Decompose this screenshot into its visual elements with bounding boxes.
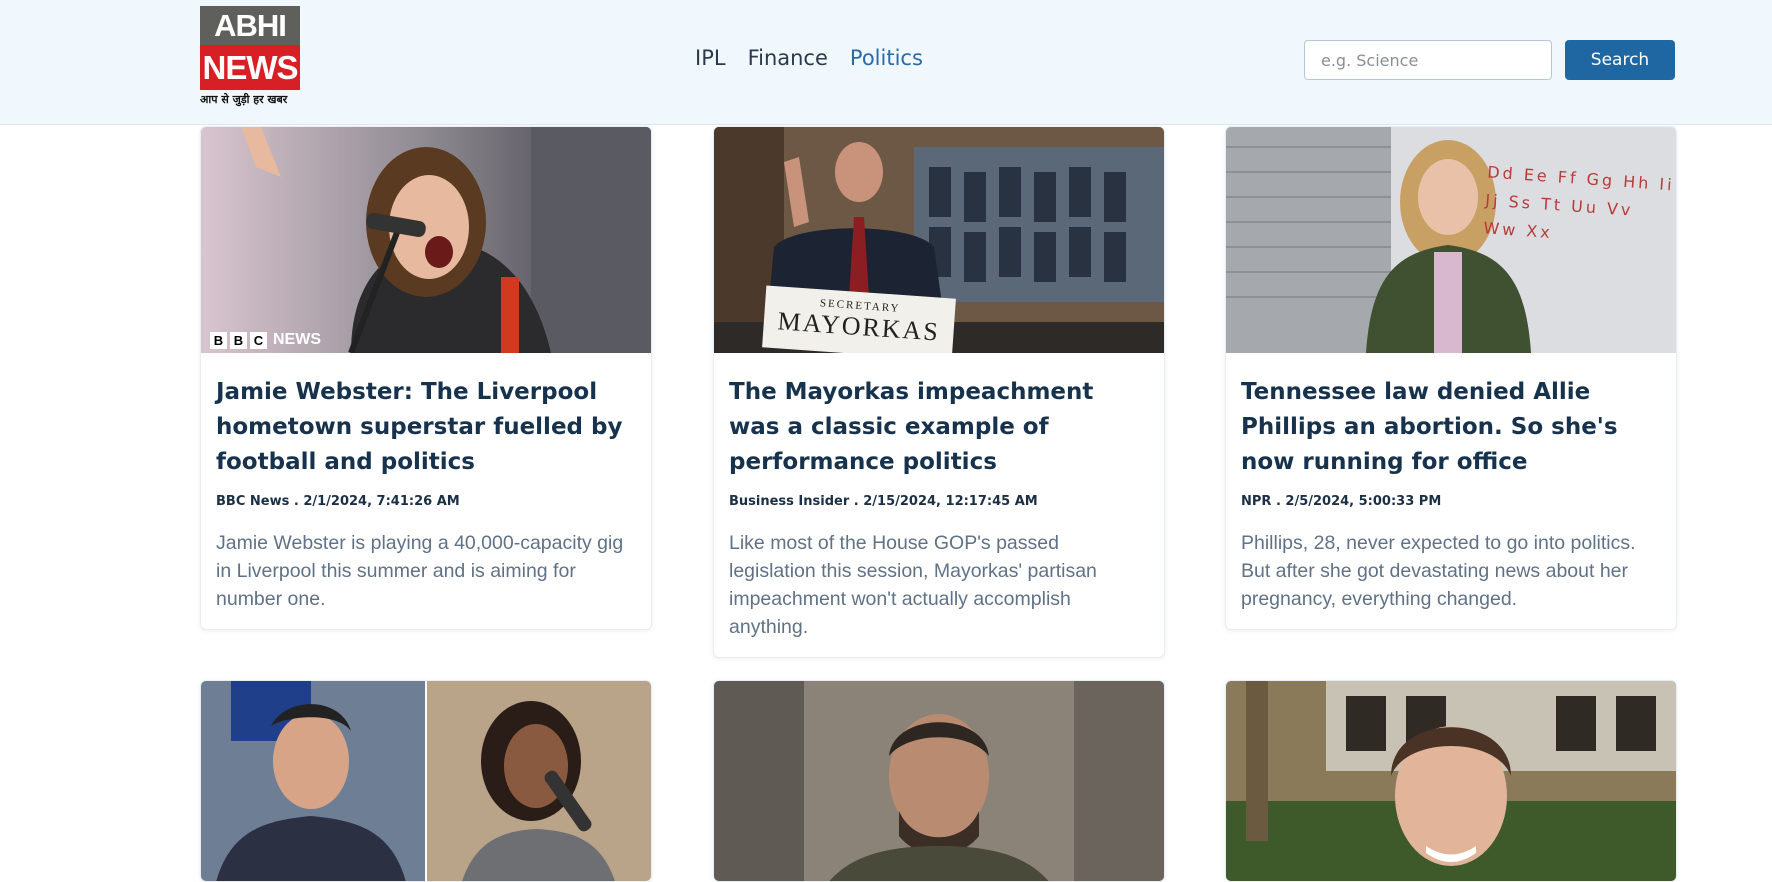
nav-link-ipl[interactable]: IPL xyxy=(695,46,726,70)
bbc-letter-c: C xyxy=(250,331,267,349)
article-card[interactable]: Dd Ee Ff Gg Hh Ii Jj Ss Tt Uu Vv Ww Xx T… xyxy=(1225,126,1677,630)
search-input[interactable] xyxy=(1304,40,1552,80)
article-image-phillips[interactable]: Dd Ee Ff Gg Hh Ii Jj Ss Tt Uu Vv Ww Xx xyxy=(1226,127,1676,353)
search-button[interactable]: Search xyxy=(1565,40,1675,80)
article-meta: BBC News . 2/1/2024, 7:41:26 AM xyxy=(216,494,460,509)
article-image-young-man[interactable] xyxy=(1226,681,1676,881)
zelensky-photo xyxy=(714,681,1164,881)
article-card[interactable] xyxy=(713,680,1165,882)
article-image-webster[interactable]: B B C NEWS xyxy=(201,127,651,353)
candidate-photo xyxy=(1226,127,1676,353)
candidates-photo xyxy=(201,681,651,881)
logo-line2: NEWS xyxy=(200,45,300,90)
bbc-news-badge: B B C NEWS xyxy=(210,331,321,349)
bbc-news-word: NEWS xyxy=(273,331,321,348)
abhi-news-logo[interactable]: ABHI NEWS आप से जुड़ी हर खबर xyxy=(200,6,300,108)
article-card[interactable] xyxy=(200,680,652,882)
article-body: Jamie Webster: The Liverpool hometown su… xyxy=(201,353,651,629)
article-title[interactable]: Jamie Webster: The Liverpool hometown su… xyxy=(216,375,636,480)
article-meta: Business Insider . 2/15/2024, 12:17:45 A… xyxy=(729,494,1038,509)
article-image-candidates[interactable] xyxy=(201,681,651,881)
article-title[interactable]: The Mayorkas impeachment was a classic e… xyxy=(729,375,1149,480)
article-image-zelensky[interactable] xyxy=(714,681,1164,881)
article-image-mayorkas[interactable]: SECRETARY MAYORKAS xyxy=(714,127,1164,353)
navbar: ABHI NEWS आप से जुड़ी हर खबर IPL Finance… xyxy=(0,0,1772,125)
young-man-photo xyxy=(1226,681,1676,881)
article-body: The Mayorkas impeachment was a classic e… xyxy=(714,353,1164,657)
article-body: Tennessee law denied Allie Phillips an a… xyxy=(1226,353,1676,629)
article-description: Jamie Webster is playing a 40,000-capaci… xyxy=(216,532,624,610)
nav-link-politics[interactable]: Politics xyxy=(850,46,923,70)
article-card[interactable]: SECRETARY MAYORKAS The Mayorkas impeachm… xyxy=(713,126,1165,658)
article-description: Phillips, 28, never expected to go into … xyxy=(1241,532,1636,610)
article-description: Like most of the House GOP's passed legi… xyxy=(729,532,1097,638)
article-meta: NPR . 2/5/2024, 5:00:33 PM xyxy=(1241,494,1442,509)
logo-line1: ABHI xyxy=(200,6,300,45)
article-title[interactable]: Tennessee law denied Allie Phillips an a… xyxy=(1241,375,1661,480)
bbc-letter-b2: B xyxy=(230,331,247,349)
singer-photo xyxy=(201,127,651,353)
article-card[interactable]: B B C NEWS Jamie Webster: The Liverpool … xyxy=(200,126,652,630)
nav-link-finance[interactable]: Finance xyxy=(748,46,828,70)
alphabet-banner: Dd Ee Ff Gg Hh Ii Jj Ss Tt Uu Vv Ww Xx xyxy=(1482,162,1676,243)
article-card[interactable] xyxy=(1225,680,1677,882)
logo-tagline: आप से जुड़ी हर खबर xyxy=(200,93,288,106)
nav-links: IPL Finance Politics xyxy=(695,46,945,70)
bbc-letter-b1: B xyxy=(210,331,227,349)
